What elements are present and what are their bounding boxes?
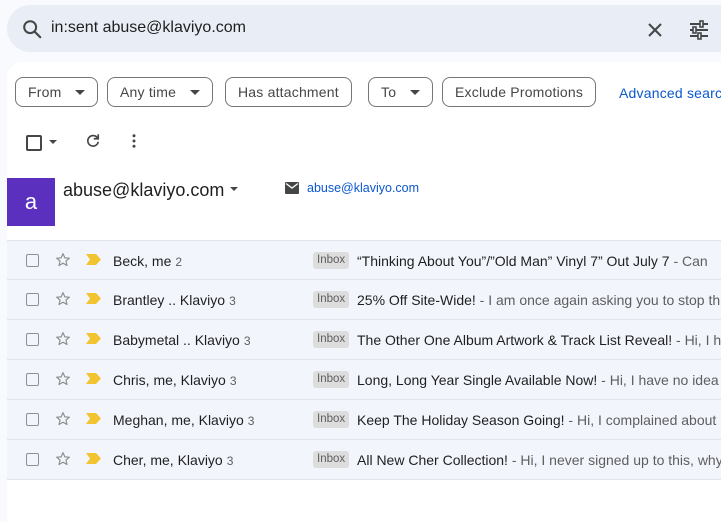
sender-name: Brantley .. Klaviyo bbox=[113, 292, 226, 308]
row-checkbox[interactable] bbox=[26, 373, 39, 386]
subject-text: The Other One Album Artwork & Track List… bbox=[357, 332, 673, 348]
thread-count: 3 bbox=[226, 454, 234, 468]
filter-promotions-chip[interactable]: Exclude Promotions bbox=[442, 77, 597, 107]
important-marker-icon[interactable] bbox=[86, 293, 101, 304]
row-sender: Cher, me, Klaviyo 3 bbox=[113, 452, 233, 468]
row-sender: Beck, me 2 bbox=[113, 253, 182, 269]
snippet-text: - Hi, I h bbox=[672, 332, 721, 348]
email-row[interactable]: Meghan, me, Klaviyo 3 Inbox Keep The Holi… bbox=[7, 400, 721, 440]
snippet-text: - Hi, I complained about bbox=[564, 412, 717, 428]
row-sender: Chris, me, Klaviyo 3 bbox=[113, 372, 237, 388]
star-icon[interactable] bbox=[55, 451, 71, 467]
row-sender: Babymetal .. Klaviyo 3 bbox=[113, 332, 251, 348]
refresh-icon[interactable] bbox=[84, 132, 102, 150]
thread-count: 3 bbox=[229, 294, 236, 308]
search-options-icon[interactable] bbox=[687, 18, 711, 42]
inbox-label: Inbox bbox=[313, 252, 350, 269]
inbox-label: Inbox bbox=[313, 331, 350, 348]
chevron-down-icon[interactable] bbox=[49, 140, 57, 144]
email-row[interactable]: Babymetal .. Klaviyo 3 Inbox The Other On… bbox=[7, 320, 721, 360]
row-checkbox[interactable] bbox=[26, 453, 39, 466]
chevron-down-icon bbox=[75, 89, 86, 95]
thread-count: 2 bbox=[175, 255, 183, 269]
filter-attachment-label: Has attachment bbox=[238, 84, 339, 100]
row-subject: “Thinking About You”/”Old Man” Vinyl 7” … bbox=[357, 253, 708, 269]
filter-from-label: From bbox=[28, 84, 62, 100]
star-icon[interactable] bbox=[55, 411, 71, 427]
email-row[interactable]: Beck, me 2 Inbox “Thinking About You”/”Ol… bbox=[7, 240, 721, 280]
filter-to-chip[interactable]: To bbox=[368, 77, 434, 107]
row-subject: The Other One Album Artwork & Track List… bbox=[357, 332, 721, 348]
mail-icon bbox=[285, 182, 299, 194]
star-icon[interactable] bbox=[55, 371, 71, 387]
row-sender: Meghan, me, Klaviyo 3 bbox=[113, 412, 254, 428]
subject-text: “Thinking About You”/”Old Man” Vinyl 7” … bbox=[357, 253, 670, 269]
thread-count: 3 bbox=[229, 374, 237, 388]
row-subject: All New Cher Collection! - Hi, I never s… bbox=[357, 452, 721, 468]
close-icon[interactable] bbox=[643, 18, 667, 42]
star-icon[interactable] bbox=[55, 252, 71, 268]
advanced-search-link[interactable]: Advanced search bbox=[619, 85, 721, 101]
filter-time-chip[interactable]: Any time bbox=[107, 77, 214, 107]
email-list: Beck, me 2 Inbox “Thinking About You”/”Ol… bbox=[7, 240, 721, 480]
subject-text: 25% Off Site-Wide! bbox=[357, 292, 476, 308]
subject-text: Long, Long Year Single Available Now! bbox=[357, 372, 598, 388]
chevron-down-icon bbox=[410, 89, 421, 95]
snippet-text: - Hi, I have no idea bbox=[597, 372, 719, 388]
row-subject: Keep The Holiday Season Going! - Hi, I c… bbox=[357, 412, 716, 428]
important-marker-icon[interactable] bbox=[86, 453, 101, 464]
important-marker-icon[interactable] bbox=[86, 254, 101, 265]
subject-text: All New Cher Collection! bbox=[357, 452, 508, 468]
more-vert-icon[interactable] bbox=[125, 132, 143, 150]
inbox-label: Inbox bbox=[313, 291, 350, 308]
row-subject: 25% Off Site-Wide! - I am once again ask… bbox=[357, 292, 720, 308]
inbox-label: Inbox bbox=[313, 371, 350, 388]
filter-time-label: Any time bbox=[120, 84, 177, 100]
select-all-checkbox[interactable] bbox=[26, 135, 42, 151]
sender-name: Meghan, me, Klaviyo bbox=[113, 412, 244, 428]
chevron-down-icon bbox=[190, 89, 201, 95]
inbox-label: Inbox bbox=[313, 411, 350, 428]
email-row[interactable]: Chris, me, Klaviyo 3 Inbox Long, Long Yea… bbox=[7, 360, 721, 400]
filter-to-label: To bbox=[381, 84, 397, 100]
thread-count: 3 bbox=[247, 414, 255, 428]
search-bar[interactable]: in:sent abuse@klaviyo.com bbox=[7, 5, 721, 52]
row-checkbox[interactable] bbox=[26, 293, 39, 306]
important-marker-icon[interactable] bbox=[86, 373, 101, 384]
important-marker-icon[interactable] bbox=[86, 413, 101, 424]
filter-from-chip[interactable]: From bbox=[15, 77, 99, 107]
snippet-text: - Hi, I never signed up to this, why bbox=[507, 452, 721, 468]
sender-name: Chris, me, Klaviyo bbox=[113, 372, 226, 388]
search-input[interactable]: in:sent abuse@klaviyo.com bbox=[51, 19, 246, 37]
row-checkbox[interactable] bbox=[26, 333, 39, 346]
contact-name[interactable]: abuse@klaviyo.com bbox=[63, 180, 224, 201]
filter-attachment-chip[interactable]: Has attachment bbox=[225, 77, 352, 107]
snippet-text: - Can bbox=[669, 253, 708, 269]
filter-promotions-label: Exclude Promotions bbox=[455, 84, 584, 100]
sender-name: Babymetal .. Klaviyo bbox=[113, 332, 240, 348]
email-row[interactable]: Brantley .. Klaviyo 3 Inbox 25% Off Site-… bbox=[7, 280, 721, 320]
star-icon[interactable] bbox=[55, 331, 71, 347]
row-sender: Brantley .. Klaviyo 3 bbox=[113, 292, 236, 308]
email-row[interactable]: Cher, me, Klaviyo 3 Inbox All New Cher Co… bbox=[7, 440, 721, 480]
important-marker-icon[interactable] bbox=[86, 333, 101, 344]
search-icon[interactable] bbox=[21, 18, 43, 40]
thread-count: 3 bbox=[243, 334, 251, 348]
sender-name: Cher, me, Klaviyo bbox=[113, 452, 223, 468]
row-subject: Long, Long Year Single Available Now! - … bbox=[357, 372, 719, 388]
sender-name: Beck, me bbox=[113, 253, 172, 269]
row-checkbox[interactable] bbox=[26, 413, 39, 426]
inbox-label: Inbox bbox=[313, 451, 350, 468]
avatar: a bbox=[7, 178, 55, 226]
subject-text: Keep The Holiday Season Going! bbox=[357, 412, 565, 428]
chevron-down-icon[interactable] bbox=[230, 187, 238, 191]
mail-panel: From Any time Has attachment To Exclude … bbox=[7, 62, 721, 522]
contact-email-link[interactable]: abuse@klaviyo.com bbox=[307, 181, 419, 195]
star-icon[interactable] bbox=[55, 291, 71, 307]
row-checkbox[interactable] bbox=[26, 254, 39, 267]
snippet-text: - I am once again asking you to stop th bbox=[475, 292, 721, 308]
